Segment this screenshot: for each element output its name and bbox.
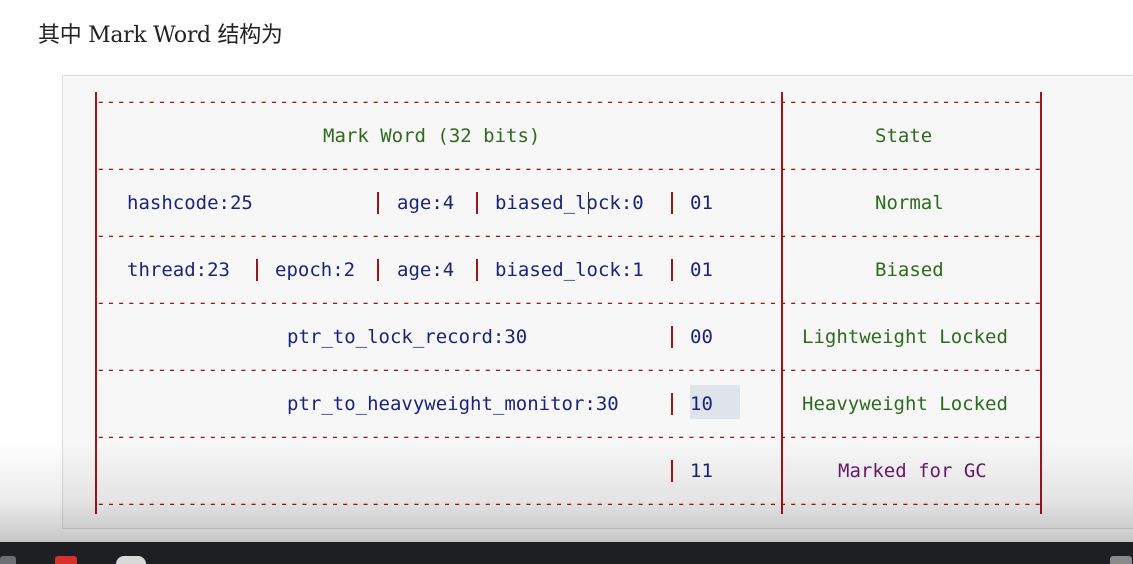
- table-right-border: [1040, 92, 1042, 514]
- state-label: Heavyweight Locked: [802, 393, 1008, 415]
- field-epoch: epoch:2: [275, 259, 356, 281]
- field-divider: [377, 259, 379, 281]
- field-age: age:4: [397, 192, 455, 214]
- field-age: age:4: [397, 259, 455, 281]
- field-hashcode: hashcode:25: [127, 192, 253, 214]
- text-cursor: [588, 192, 589, 214]
- tray-icon[interactable]: [1110, 556, 1132, 564]
- separator-line: ----------------------------------------…: [96, 295, 1042, 311]
- field-divider: [671, 393, 673, 415]
- field-biased-lock: biased_lock:1: [495, 259, 644, 281]
- field-divider: [671, 259, 673, 281]
- field-divider: [256, 259, 258, 281]
- field-divider: [671, 460, 673, 482]
- state-label: Marked for GC: [838, 460, 987, 482]
- lock-bits: 01: [690, 192, 713, 214]
- state-label: Normal: [875, 192, 944, 214]
- header-mark-word: Mark Word (32 bits): [323, 125, 541, 147]
- field-divider: [377, 192, 379, 214]
- separator-line: ----------------------------------------…: [96, 429, 1042, 445]
- state-label: Lightweight Locked: [802, 326, 1008, 348]
- lock-bits: 11: [690, 460, 713, 482]
- field-divider: [476, 192, 478, 214]
- field-ptr-to-lock-record: ptr_to_lock_record:30: [287, 326, 528, 348]
- table-left-border: [95, 92, 97, 514]
- separator-line: ----------------------------------------…: [96, 94, 1042, 110]
- field-biased-lock: biased_lock:0: [495, 192, 644, 214]
- field-divider: [671, 192, 673, 214]
- page: 其中 Mark Word 结构为 -----------------------…: [0, 0, 1133, 564]
- app-icon[interactable]: [0, 556, 16, 564]
- lock-bits: 01: [690, 259, 713, 281]
- header-state: State: [875, 125, 933, 147]
- lock-bits: 10: [690, 393, 713, 415]
- page-heading: 其中 Mark Word 结构为: [38, 23, 283, 48]
- field-divider: [476, 259, 478, 281]
- field-divider: [671, 326, 673, 348]
- table-middle-border: [781, 92, 783, 514]
- field-ptr-to-heavyweight-monitor: ptr_to_heavyweight_monitor:30: [287, 393, 619, 415]
- taskbar: [0, 542, 1133, 564]
- separator-line: ----------------------------------------…: [96, 496, 1042, 512]
- separator-line: ----------------------------------------…: [96, 228, 1042, 244]
- field-thread: thread:23: [127, 259, 230, 281]
- panda-icon[interactable]: [116, 556, 146, 564]
- separator-line: ----------------------------------------…: [96, 161, 1042, 177]
- separator-line: ----------------------------------------…: [96, 362, 1042, 378]
- state-label: Biased: [875, 259, 944, 281]
- lock-bits: 00: [690, 326, 713, 348]
- red-app-icon[interactable]: [55, 556, 77, 564]
